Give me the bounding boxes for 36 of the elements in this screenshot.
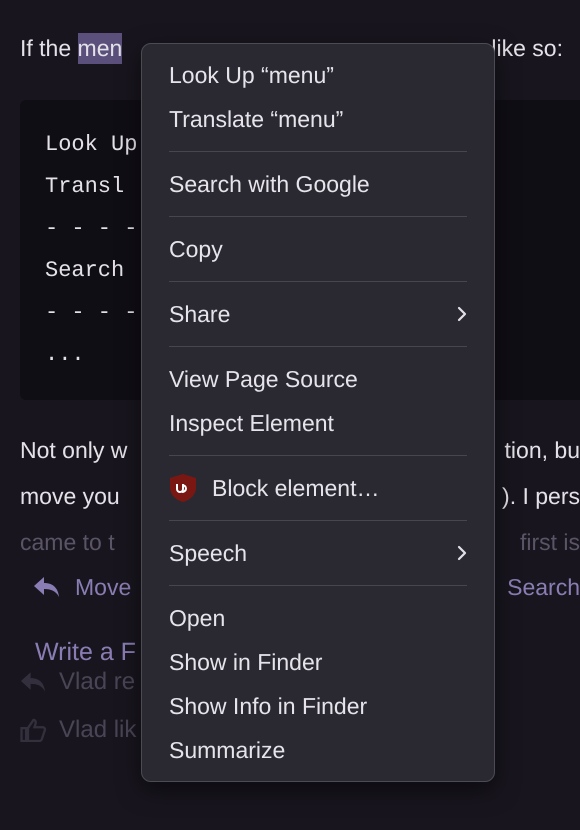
menu-item[interactable]: Inspect Element [142, 401, 494, 445]
reply-icon [20, 670, 47, 694]
body-text: ). I pers [502, 482, 580, 510]
body-text: tion, bu [504, 436, 580, 464]
selected-text: men [78, 32, 122, 64]
menu-item[interactable]: Search with Google [142, 162, 494, 206]
reply-icon[interactable] [33, 575, 61, 599]
chevron-icon [457, 545, 467, 561]
menu-item[interactable]: Show in Finder [142, 640, 494, 684]
search-link[interactable]: Search [507, 574, 580, 600]
menu-item[interactable]: Show Info in Finder [142, 684, 494, 728]
code-line: Transl [45, 173, 124, 201]
menu-item[interactable]: Copy [142, 227, 494, 271]
chevron-icon [457, 306, 467, 322]
thumbs-up-icon [20, 718, 47, 742]
body-text: came to t [20, 528, 115, 556]
menu-item[interactable]: Speech [142, 531, 494, 575]
code-line: Look Up [45, 131, 138, 159]
menu-item[interactable]: Open [142, 596, 494, 640]
reply-link[interactable]: Write a F [35, 638, 136, 666]
menu-item[interactable]: Translate “menu” [142, 97, 494, 141]
body-text: Not only w [20, 436, 128, 464]
menu-item[interactable]: Look Up “menu” [142, 53, 494, 97]
menu-item[interactable]: View Page Source [142, 357, 494, 401]
code-line: - - - - [45, 215, 138, 243]
code-line: Search [45, 257, 124, 285]
menu-item[interactable]: Summarize [142, 728, 494, 772]
body-text: move you [20, 482, 120, 510]
menu-item[interactable]: Share [142, 292, 494, 336]
move-link[interactable]: Move [75, 574, 132, 600]
body-text: If the [20, 34, 72, 62]
code-line: - - - - [45, 299, 138, 327]
code-line: ... [45, 341, 85, 369]
shield-icon [169, 473, 197, 503]
menu-item[interactable]: Block element… [142, 466, 494, 510]
body-text: first is [520, 528, 580, 556]
